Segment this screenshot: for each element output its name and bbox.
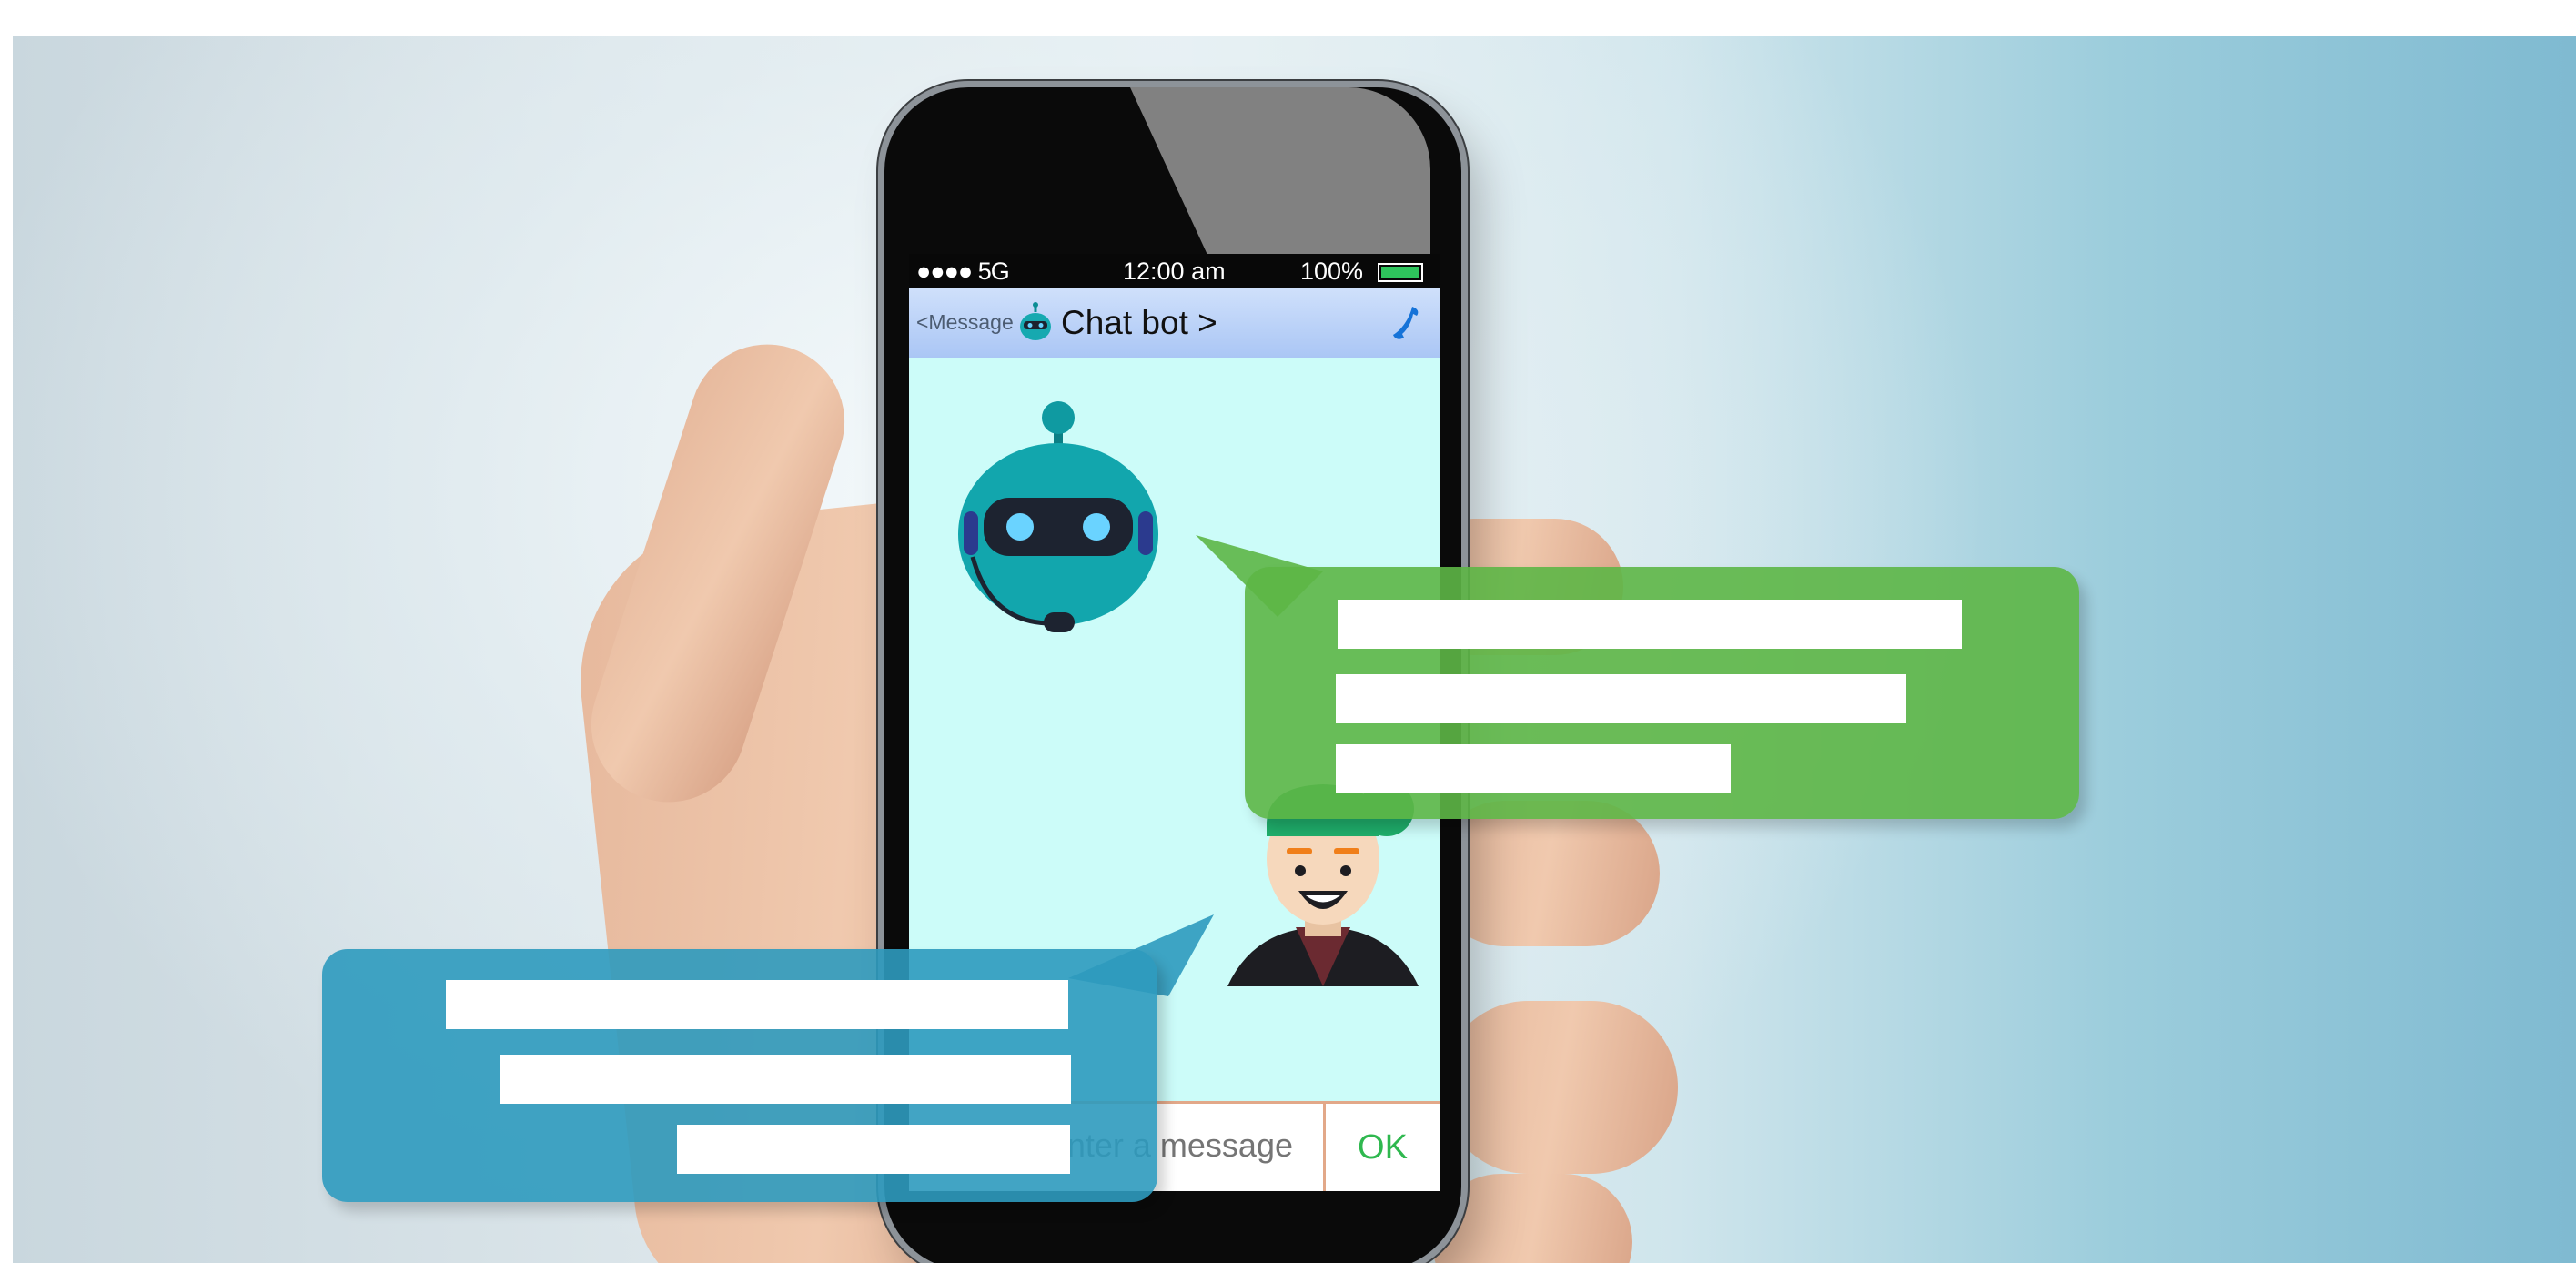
finger-2: [1432, 801, 1660, 946]
chat-header: <Message Chat bot >: [909, 288, 1440, 358]
message-line: [677, 1125, 1070, 1174]
message-line: [1338, 600, 1962, 649]
status-bar: ●●●● 5G 12:00 am 100%: [909, 254, 1440, 288]
finger-4: [1432, 1174, 1632, 1263]
message-line: [1336, 744, 1731, 793]
finger-3: [1441, 1001, 1678, 1174]
scene-background: ●●●● 5G 12:00 am 100% <Message Chat bot …: [13, 36, 2576, 1263]
glass-reflection: [1130, 87, 1430, 269]
send-button[interactable]: OK: [1323, 1104, 1440, 1191]
status-time: 12:00 am: [1123, 258, 1226, 285]
message-line: [1336, 674, 1906, 723]
battery-icon: [1378, 263, 1423, 282]
user-message-bubble: [322, 949, 1157, 1202]
bot-message-bubble: [1245, 567, 2079, 819]
message-line: [446, 980, 1068, 1029]
battery-percent: 100%: [1300, 258, 1364, 285]
chat-title[interactable]: Chat bot >: [1061, 304, 1217, 342]
robot-icon: [1020, 302, 1051, 340]
phone-call-icon[interactable]: [1387, 303, 1423, 343]
signal-indicator: ●●●● 5G: [916, 258, 1010, 285]
message-line: [500, 1055, 1071, 1104]
back-link[interactable]: <Message: [916, 310, 1014, 335]
robot-avatar: [958, 401, 1158, 632]
